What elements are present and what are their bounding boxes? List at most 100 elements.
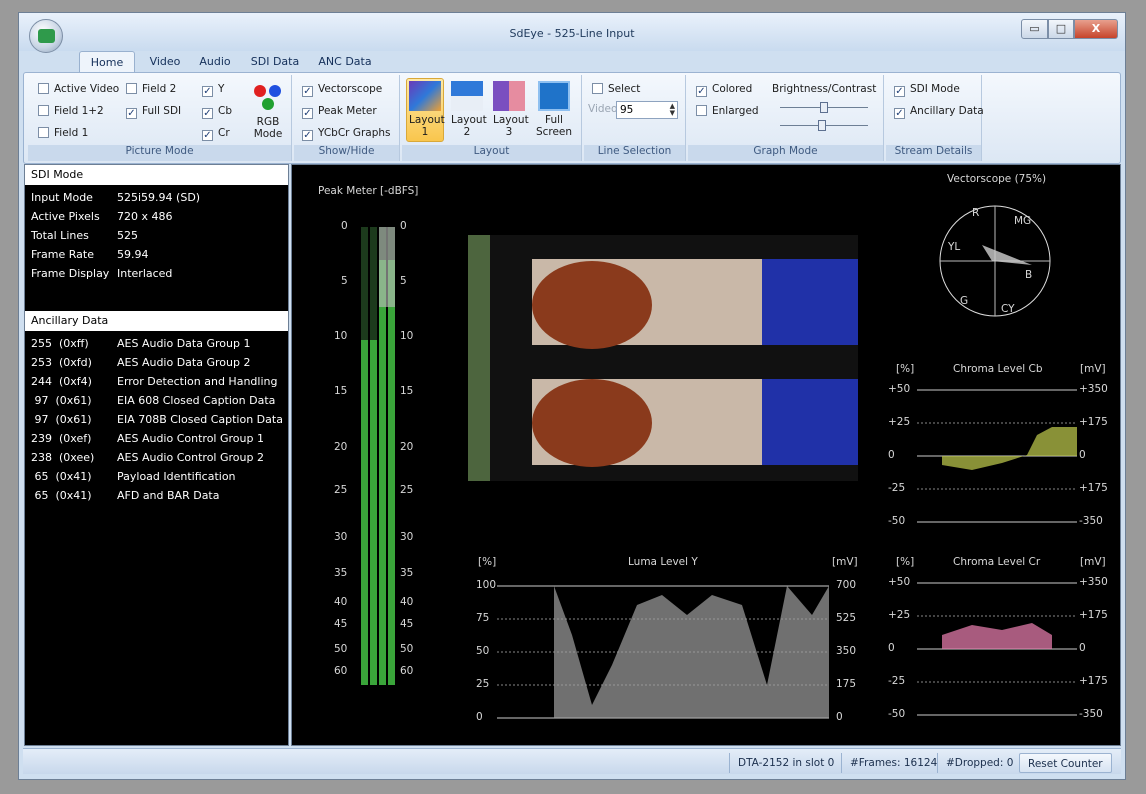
peak-meter-checkbox[interactable]: ✓ Peak Meter bbox=[302, 105, 377, 119]
chroma-cr-title: Chroma Level Cr bbox=[953, 556, 1041, 568]
rgb-mode-button[interactable]: RGB Mode bbox=[250, 83, 286, 140]
full-sdi-checkbox[interactable]: ✓ Full SDI bbox=[126, 105, 181, 119]
field1-checkbox[interactable]: Field 1 bbox=[38, 127, 88, 141]
video-field-1-hair bbox=[532, 261, 652, 349]
sdi-mode-row: Total Lines 525 bbox=[31, 226, 138, 245]
video-line-spinner[interactable]: 95 ▲ ▼ bbox=[616, 101, 678, 119]
ancillary-data-header: Ancillary Data bbox=[25, 311, 288, 331]
chroma_cb-tick-left: -25 bbox=[888, 482, 906, 494]
brightness-slider-knob[interactable] bbox=[820, 102, 828, 113]
ancillary-data-id: 255 (0xff) bbox=[31, 337, 89, 350]
chroma_cb-tick-left: 0 bbox=[888, 449, 895, 461]
peak-meter-tick-left: 10 bbox=[334, 330, 348, 342]
sdi-mode-row: Active Pixels 720 x 486 bbox=[31, 207, 173, 226]
chroma_cb-tick-right: +175 bbox=[1079, 416, 1108, 428]
luma-tick-right: 700 bbox=[836, 579, 857, 591]
chroma_cr-tick-right: -350 bbox=[1079, 708, 1103, 720]
ancillary-data-row: 253 (0xfd) AES Audio Data Group 2 bbox=[31, 353, 250, 372]
ancillary-data-id: 97 (0x61) bbox=[31, 413, 92, 426]
tab-audio[interactable]: Audio bbox=[193, 51, 237, 73]
close-button[interactable]: X bbox=[1074, 19, 1118, 39]
luma-trace bbox=[554, 586, 829, 718]
chroma_cb-tick-right: +350 bbox=[1079, 383, 1108, 395]
vectorscope-checkbox[interactable]: ✓ Vectorscope bbox=[302, 83, 382, 97]
spinner-arrows-icon[interactable]: ▲ ▼ bbox=[670, 103, 675, 117]
sdi-mode-value: 525 bbox=[117, 229, 138, 242]
peak-meter-tick-right: 50 bbox=[400, 643, 414, 655]
ancillary-data-name: AES Audio Control Group 2 bbox=[117, 451, 264, 464]
line-selection-group: Select Video 95 ▲ ▼ Line Selection bbox=[584, 75, 686, 161]
show-hide-group: ✓ Vectorscope ✓ Peak Meter ✓ YCbCr Graphs S… bbox=[294, 75, 400, 161]
video-field-1-blue bbox=[762, 259, 858, 345]
ancillary-data-name: AES Audio Data Group 2 bbox=[117, 356, 251, 369]
chroma_cr-tick-left: 0 bbox=[888, 642, 895, 654]
vectorscope-graph bbox=[939, 205, 1051, 317]
window-title: SdEye - 525-Line Input bbox=[509, 27, 635, 40]
sdi-mode-key: Active Pixels bbox=[31, 210, 100, 223]
enlarged-checkbox[interactable]: Enlarged bbox=[696, 105, 759, 119]
peak-meter-tick-right: 35 bbox=[400, 567, 414, 579]
ancillary-data-name: AES Audio Control Group 1 bbox=[117, 432, 264, 445]
graph-mode-label: Graph Mode bbox=[688, 145, 883, 161]
luma-graph bbox=[497, 585, 829, 719]
active-video-checkbox[interactable]: Active Video bbox=[38, 83, 119, 97]
contrast-slider[interactable] bbox=[780, 120, 868, 131]
layout3-button[interactable]: Layout 3 bbox=[490, 78, 529, 138]
chroma-cb-unit-right: [mV] bbox=[1080, 363, 1106, 375]
minimize-button[interactable]: ▭ bbox=[1021, 19, 1048, 39]
layout2-button[interactable]: Layout 2 bbox=[448, 78, 487, 138]
ancillary-data-row: 65 (0x41) Payload Identification bbox=[31, 467, 236, 486]
luma-unit-left: [%] bbox=[478, 556, 497, 568]
peak-meter-tick-right: 45 bbox=[400, 618, 414, 630]
ancillary-data-name: Payload Identification bbox=[117, 470, 236, 483]
peak-meter-level-4 bbox=[388, 260, 395, 685]
sdi-mode-row: Frame Rate 59.94 bbox=[31, 245, 149, 264]
vectorscope-target-yl: YL bbox=[948, 241, 961, 253]
luma-tick-right: 350 bbox=[836, 645, 857, 657]
chroma-cb-trace bbox=[942, 427, 1077, 470]
y-checkbox[interactable]: ✓ Y bbox=[202, 83, 224, 97]
field2-checkbox[interactable]: Field 2 bbox=[126, 83, 176, 97]
ancillary-data-id: 65 (0x41) bbox=[31, 489, 92, 502]
field12-checkbox[interactable]: Field 1+2 bbox=[38, 105, 104, 119]
tab-video[interactable]: Video bbox=[143, 51, 187, 73]
peak-meter-tick-right: 25 bbox=[400, 484, 414, 496]
chroma-cr-unit-right: [mV] bbox=[1080, 556, 1106, 568]
peak-meter-tick-right: 20 bbox=[400, 441, 414, 453]
video-ancillary-strip bbox=[468, 235, 490, 481]
select-checkbox[interactable]: Select bbox=[592, 83, 640, 97]
luma-tick-left: 100 bbox=[476, 579, 497, 591]
maximize-button[interactable]: □ bbox=[1048, 19, 1074, 39]
chroma_cr-tick-right: +350 bbox=[1079, 576, 1108, 588]
chroma-cr-trace bbox=[942, 623, 1052, 649]
chroma_cb-tick-left: +50 bbox=[888, 383, 911, 395]
graph-mode-group: ✓ Colored Enlarged Brightness/Contrast Gr… bbox=[688, 75, 884, 161]
tab-sdi-data[interactable]: SDI Data bbox=[247, 51, 303, 73]
layout1-button[interactable]: Layout 1 bbox=[406, 78, 445, 142]
ancillary-data-checkbox[interactable]: ✓ Ancillary Data bbox=[894, 105, 984, 119]
sdi-mode-checkbox[interactable]: ✓ SDI Mode bbox=[894, 83, 960, 97]
peak-meter-level-3 bbox=[379, 260, 386, 685]
full-screen-button[interactable]: Full Screen bbox=[534, 78, 574, 138]
layout2-icon bbox=[451, 81, 483, 111]
stream-details-group: ✓ SDI Mode ✓ Ancillary Data Stream Details bbox=[886, 75, 984, 161]
brightness-slider[interactable] bbox=[780, 102, 868, 113]
ancillary-data-row: 255 (0xff) AES Audio Data Group 1 bbox=[31, 334, 250, 353]
video-field-2-hair bbox=[532, 379, 652, 467]
chroma_cr-tick-right: +175 bbox=[1079, 675, 1108, 687]
peak-meter-tick-left: 30 bbox=[334, 531, 348, 543]
luma-tick-left: 50 bbox=[476, 645, 490, 657]
contrast-slider-knob[interactable] bbox=[818, 120, 826, 131]
ancillary-data-row: 238 (0xee) AES Audio Control Group 2 bbox=[31, 448, 264, 467]
peak-meter-tick-right: 5 bbox=[400, 275, 407, 287]
reset-counter-button[interactable]: Reset Counter bbox=[1019, 753, 1112, 773]
peak-meter-tick-left: 25 bbox=[334, 484, 348, 496]
colored-checkbox[interactable]: ✓ Colored bbox=[696, 83, 752, 97]
cr-checkbox[interactable]: ✓ Cr bbox=[202, 127, 230, 141]
chroma_cr-tick-right: +175 bbox=[1079, 609, 1108, 621]
cb-checkbox[interactable]: ✓ Cb bbox=[202, 105, 232, 119]
tab-anc-data[interactable]: ANC Data bbox=[315, 51, 375, 73]
ycbcr-graphs-checkbox[interactable]: ✓ YCbCr Graphs bbox=[302, 127, 391, 141]
stream-details-label: Stream Details bbox=[886, 145, 981, 161]
tab-home[interactable]: Home bbox=[79, 51, 135, 73]
